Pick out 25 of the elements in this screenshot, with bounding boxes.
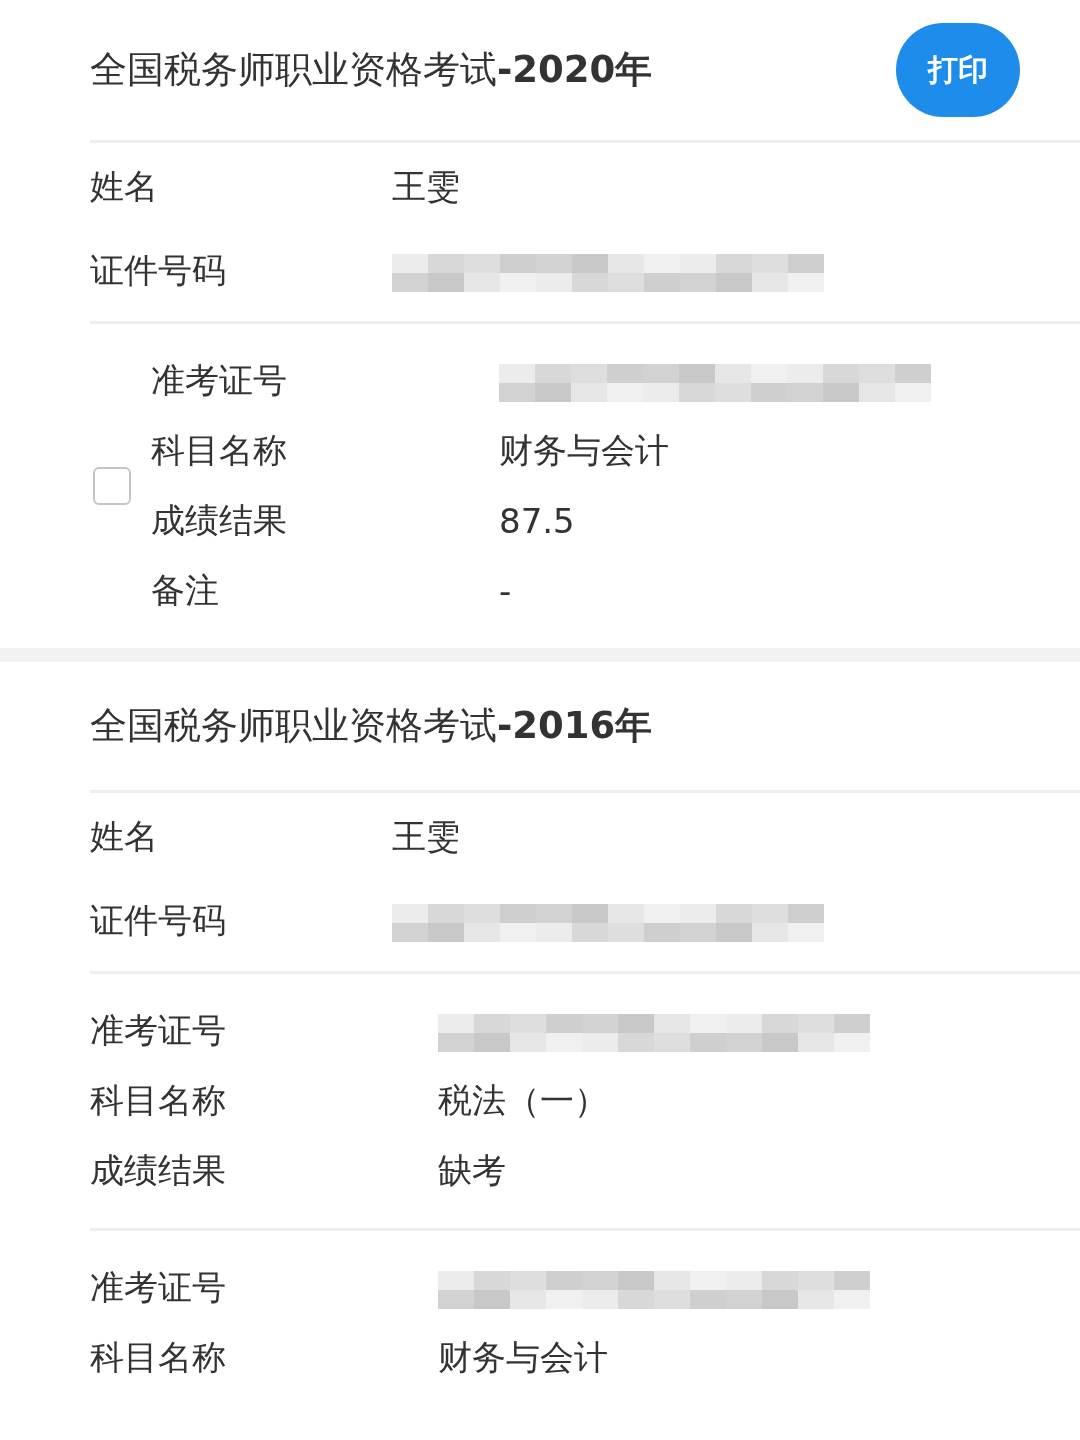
checkbox[interactable]: [93, 467, 131, 505]
field-value: 87.5: [499, 501, 575, 541]
field-value: -: [499, 571, 512, 611]
section-title: 全国税务师职业资格考试-2020年: [90, 47, 653, 93]
field-label: 备注: [151, 569, 220, 612]
section-title: 全国税务师职业资格考试-2016年: [90, 703, 653, 749]
field-label: 证件号码: [90, 899, 227, 942]
field-value: 王雯: [392, 815, 460, 858]
field-label: 证件号码: [90, 249, 227, 292]
field-label: 姓名: [90, 165, 159, 208]
field-label: 准考证号: [90, 1009, 227, 1052]
field-value: 财务与会计: [499, 429, 669, 472]
field-label: 成绩结果: [90, 1149, 227, 1192]
field-label: 科目名称: [151, 429, 288, 472]
print-button[interactable]: 打印: [896, 23, 1020, 117]
field-label: 成绩结果: [151, 499, 288, 542]
field-label: 科目名称: [90, 1079, 227, 1122]
field-label: 准考证号: [151, 359, 288, 402]
field-value: 税法（一）: [438, 1079, 608, 1122]
field-label: 准考证号: [90, 1266, 227, 1309]
field-label: 姓名: [90, 815, 159, 858]
field-value: 缺考: [438, 1149, 506, 1192]
field-value: 王雯: [392, 165, 460, 208]
field-label: 科目名称: [90, 1336, 227, 1379]
field-value: 财务与会计: [438, 1336, 608, 1379]
